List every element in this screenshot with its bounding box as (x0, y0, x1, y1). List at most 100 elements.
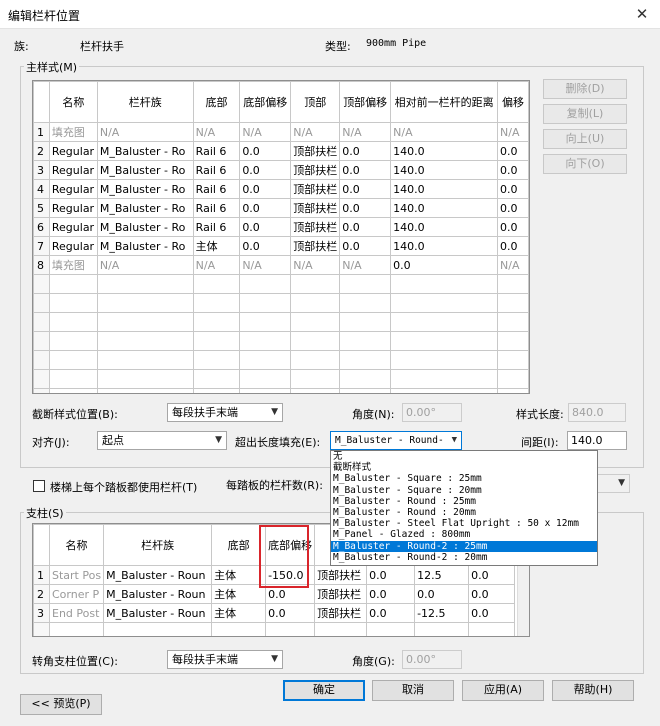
main-cell[interactable]: Regular (48, 160, 98, 180)
main-cell[interactable]: N/A (239, 255, 292, 275)
post-cell[interactable]: 0.0 (468, 603, 516, 623)
main-cell[interactable]: 140.0 (390, 160, 499, 180)
main-cell[interactable]: Regular (48, 198, 98, 218)
post-cell[interactable]: M_Baluster - Roun (103, 603, 213, 623)
main-cell[interactable]: 顶部扶栏 (290, 141, 341, 161)
main-table-row[interactable]: 7 Regular M_Baluster - Ro 主体 0.0 顶部扶栏 0.0 140.0… (33, 236, 529, 256)
main-cell[interactable]: M_Baluster - Ro (96, 160, 194, 180)
main-table-row[interactable]: 6 Regular M_Baluster - Ro Rail 6 0.0 顶部扶栏 0.0 1… (33, 217, 529, 237)
main-cell[interactable]: 140.0 (390, 236, 499, 256)
main-table-row[interactable]: 8 填充图 N/A N/A N/A N/A N/A 0.0 N/A (33, 255, 529, 275)
preview-button[interactable]: << 预览(P) (20, 694, 102, 715)
dropdown-option[interactable]: M_Baluster - Square : 20mm (331, 485, 597, 496)
angle-input[interactable]: 0.00° (402, 403, 462, 422)
main-cell[interactable]: N/A (290, 255, 341, 275)
post-cell[interactable]: 顶部扶栏 (314, 565, 368, 585)
main-cell[interactable]: 0.0 (339, 160, 392, 180)
help-button[interactable]: 帮助(H) (552, 680, 634, 701)
main-cell[interactable]: 0.0 (497, 236, 529, 256)
main-cell[interactable]: 140.0 (390, 198, 499, 218)
dropdown-option[interactable]: M_Baluster - Round-2 : 20mm (331, 552, 597, 563)
main-cell[interactable]: 0.0 (239, 236, 292, 256)
post-cell[interactable]: M_Baluster - Roun (103, 565, 213, 585)
post-cell[interactable]: 12.5 (414, 565, 470, 585)
main-cell[interactable]: N/A (96, 122, 194, 142)
main-pattern-grid[interactable]: 名称 栏杆族 底部 底部偏移 顶部 顶部偏移 相对前一栏杆的距离 偏移 1 填充图 N/A N/A N… (32, 80, 530, 394)
post-cell[interactable]: Corner P (48, 584, 105, 604)
main-cell[interactable]: N/A (290, 122, 341, 142)
main-cell[interactable]: Rail 6 (192, 160, 241, 180)
dropdown-option[interactable]: M_Baluster - Round : 25mm (331, 496, 597, 507)
main-cell[interactable]: M_Baluster - Ro (96, 236, 194, 256)
main-cell[interactable]: 0.0 (239, 217, 292, 237)
post-cell[interactable]: 主体 (211, 584, 267, 604)
main-cell[interactable]: 填充图 (48, 255, 98, 275)
cancel-button[interactable]: 取消 (372, 680, 454, 701)
main-cell[interactable]: 140.0 (390, 217, 499, 237)
main-cell[interactable]: 0.0 (239, 160, 292, 180)
post-cell[interactable]: 顶部扶栏 (314, 584, 368, 604)
post-cell[interactable]: 0.0 (468, 565, 516, 585)
main-cell[interactable]: M_Baluster - Ro (96, 198, 194, 218)
post-cell[interactable]: -12.5 (414, 603, 470, 623)
dropdown-option[interactable]: M_Panel - Glazed : 800mm (331, 529, 597, 540)
move-up-button[interactable]: 向上(U) (543, 129, 627, 149)
main-cell[interactable]: Regular (48, 236, 98, 256)
main-table-row[interactable]: 1 填充图 N/A N/A N/A N/A N/A N/A N/A (33, 122, 529, 142)
post-table-row[interactable]: 3 End Post M_Baluster - Roun 主体 0.0 顶部扶栏 0.0 -1… (33, 603, 516, 623)
post-angle-input[interactable]: 0.00° (402, 650, 462, 669)
main-cell[interactable]: 顶部扶栏 (290, 160, 341, 180)
main-cell[interactable]: Regular (48, 217, 98, 237)
main-table-row[interactable]: 4 Regular M_Baluster - Ro Rail 6 0.0 顶部扶栏 0.0 1… (33, 179, 529, 199)
main-cell[interactable]: 0.0 (339, 217, 392, 237)
main-table-row[interactable]: 5 Regular M_Baluster - Ro Rail 6 0.0 顶部扶栏 0.0 1… (33, 198, 529, 218)
dropdown-option[interactable]: M_Baluster - Steel Flat Upright : 50 x 1… (331, 518, 597, 529)
main-cell[interactable]: 0.0 (239, 198, 292, 218)
main-cell[interactable]: 0.0 (497, 217, 529, 237)
main-cell[interactable]: 0.0 (339, 198, 392, 218)
main-cell[interactable]: N/A (390, 122, 499, 142)
excess-fill-select[interactable]: M_Baluster - Round- ▼ (330, 431, 462, 450)
post-cell[interactable]: 0.0 (366, 565, 416, 585)
main-cell[interactable]: M_Baluster - Ro (96, 141, 194, 161)
post-cell[interactable]: 主体 (211, 565, 267, 585)
main-cell[interactable]: Regular (48, 141, 98, 161)
dropdown-option[interactable]: M_Baluster - Square : 25mm (331, 473, 597, 484)
main-cell[interactable]: M_Baluster - Ro (96, 179, 194, 199)
post-cell[interactable]: 0.0 (366, 584, 416, 604)
main-cell[interactable]: 0.0 (497, 198, 529, 218)
main-cell[interactable]: 0.0 (339, 236, 392, 256)
main-cell[interactable]: Rail 6 (192, 217, 241, 237)
main-cell[interactable]: N/A (339, 255, 392, 275)
corner-post-select[interactable]: 每段扶手末端 ▼ (167, 650, 283, 669)
main-cell[interactable]: N/A (96, 255, 194, 275)
dropdown-option[interactable]: 截断样式 (331, 462, 597, 473)
main-cell[interactable]: Rail 6 (192, 179, 241, 199)
dropdown-option[interactable]: M_Baluster - Round-2 : 25mm (331, 540, 597, 552)
ok-button[interactable]: 确定 (283, 680, 365, 701)
post-cell[interactable]: 顶部扶栏 (314, 603, 368, 623)
main-table-row[interactable]: 3 Regular M_Baluster - Ro Rail 6 0.0 顶部扶栏 0.0 1… (33, 160, 529, 180)
main-cell[interactable]: Rail 6 (192, 198, 241, 218)
main-cell[interactable]: Regular (48, 179, 98, 199)
dropdown-option[interactable]: M_Baluster - Round : 20mm (331, 507, 597, 518)
break-position-select[interactable]: 每段扶手末端 ▼ (167, 403, 283, 422)
post-cell[interactable]: 0.0 (366, 603, 416, 623)
main-cell[interactable]: 主体 (192, 236, 241, 256)
post-cell[interactable]: M_Baluster - Roun (103, 584, 213, 604)
main-cell[interactable]: 顶部扶栏 (290, 179, 341, 199)
main-cell[interactable]: 0.0 (339, 179, 392, 199)
main-cell[interactable]: 0.0 (497, 141, 529, 161)
dropdown-option[interactable]: 无 (331, 451, 597, 462)
main-cell[interactable]: N/A (239, 122, 292, 142)
main-cell[interactable]: 0.0 (497, 179, 529, 199)
post-cell[interactable]: End Post (48, 603, 105, 623)
main-cell[interactable]: 填充图 (48, 122, 98, 142)
main-cell[interactable]: 140.0 (390, 179, 499, 199)
copy-button[interactable]: 复制(L) (543, 104, 627, 124)
main-pattern-table[interactable]: 名称 栏杆族 底部 底部偏移 顶部 顶部偏移 相对前一栏杆的距离 偏移 1 填充图 N/A N/A N… (33, 81, 529, 393)
main-table-row[interactable]: 2 Regular M_Baluster - Ro Rail 6 0.0 顶部扶栏 0.0 1… (33, 141, 529, 161)
post-cell[interactable]: Start Pos (48, 565, 105, 585)
pattern-length-input[interactable]: 840.0 (568, 403, 626, 422)
close-icon[interactable]: ✕ (630, 3, 654, 25)
